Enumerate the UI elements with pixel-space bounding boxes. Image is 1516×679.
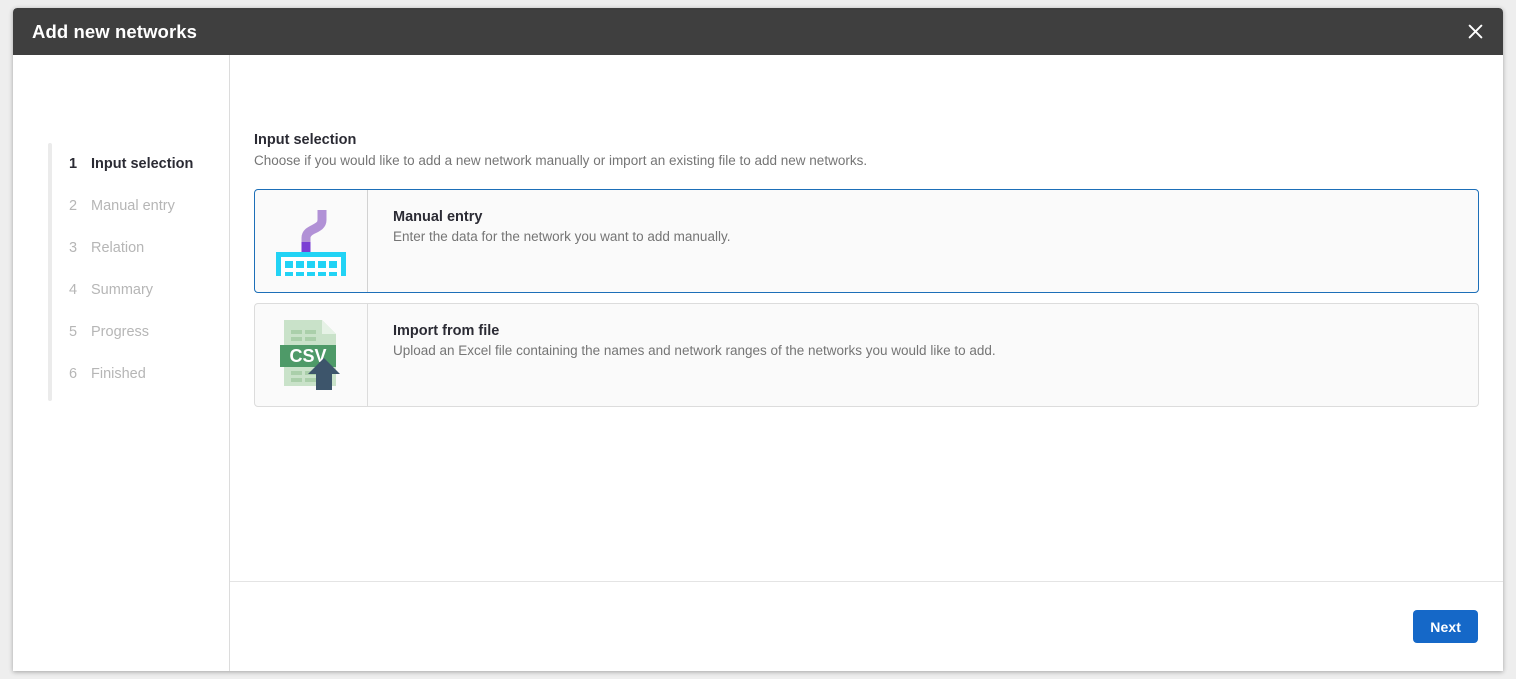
page-title: Input selection — [254, 131, 1479, 149]
dialog-titlebar: Add new networks — [13, 8, 1503, 55]
dialog-footer: Next — [230, 581, 1503, 671]
step-label: Summary — [91, 282, 153, 298]
option-card-manual-entry[interactable]: Manual entry Enter the data for the netw… — [254, 189, 1479, 293]
step-number: 2 — [69, 198, 91, 214]
option-title: Import from file — [393, 322, 1478, 340]
sidebar-step-progress[interactable]: 5 Progress — [13, 311, 229, 353]
step-label: Relation — [91, 240, 144, 256]
wizard-sidebar: 1 Input selection 2 Manual entry 3 Relat… — [13, 55, 230, 671]
wizard-progress-rail — [48, 143, 52, 401]
step-label: Progress — [91, 324, 149, 340]
option-description: Upload an Excel file containing the name… — [393, 342, 1478, 360]
sidebar-step-input-selection[interactable]: 1 Input selection — [13, 143, 229, 185]
sidebar-step-finished[interactable]: 6 Finished — [13, 353, 229, 395]
csv-file-upload-icon: CSV — [276, 316, 346, 395]
close-button[interactable] — [1447, 8, 1503, 55]
step-number: 4 — [69, 282, 91, 298]
keyboard-icon — [272, 202, 350, 281]
page-subtitle: Choose if you would like to add a new ne… — [254, 152, 1479, 170]
sidebar-step-manual-entry[interactable]: 2 Manual entry — [13, 185, 229, 227]
option-icon-area: CSV — [255, 304, 368, 406]
step-number: 1 — [69, 156, 91, 172]
option-title: Manual entry — [393, 208, 1478, 226]
step-number: 3 — [69, 240, 91, 256]
option-icon-area — [255, 190, 368, 292]
step-label: Manual entry — [91, 198, 175, 214]
close-icon — [1468, 24, 1483, 39]
next-button[interactable]: Next — [1413, 610, 1478, 643]
wizard-content: Input selection Choose if you would like… — [230, 55, 1503, 671]
add-networks-dialog: Add new networks 1 Input selection 2 Man… — [13, 8, 1503, 671]
step-number: 6 — [69, 366, 91, 382]
dialog-body: 1 Input selection 2 Manual entry 3 Relat… — [13, 55, 1503, 671]
sidebar-step-relation[interactable]: 3 Relation — [13, 227, 229, 269]
wizard-steps: 1 Input selection 2 Manual entry 3 Relat… — [13, 143, 229, 395]
option-card-import-from-file[interactable]: CSV — [254, 303, 1479, 407]
option-text-area: Manual entry Enter the data for the netw… — [368, 190, 1478, 292]
step-label: Finished — [91, 366, 146, 382]
sidebar-step-summary[interactable]: 4 Summary — [13, 269, 229, 311]
step-label: Input selection — [91, 156, 193, 172]
option-description: Enter the data for the network you want … — [393, 228, 1478, 246]
content-scroll-area: Input selection Choose if you would like… — [230, 55, 1503, 581]
dialog-title: Add new networks — [32, 21, 197, 43]
input-option-list: Manual entry Enter the data for the netw… — [254, 189, 1479, 407]
step-number: 5 — [69, 324, 91, 340]
option-text-area: Import from file Upload an Excel file co… — [368, 304, 1478, 406]
